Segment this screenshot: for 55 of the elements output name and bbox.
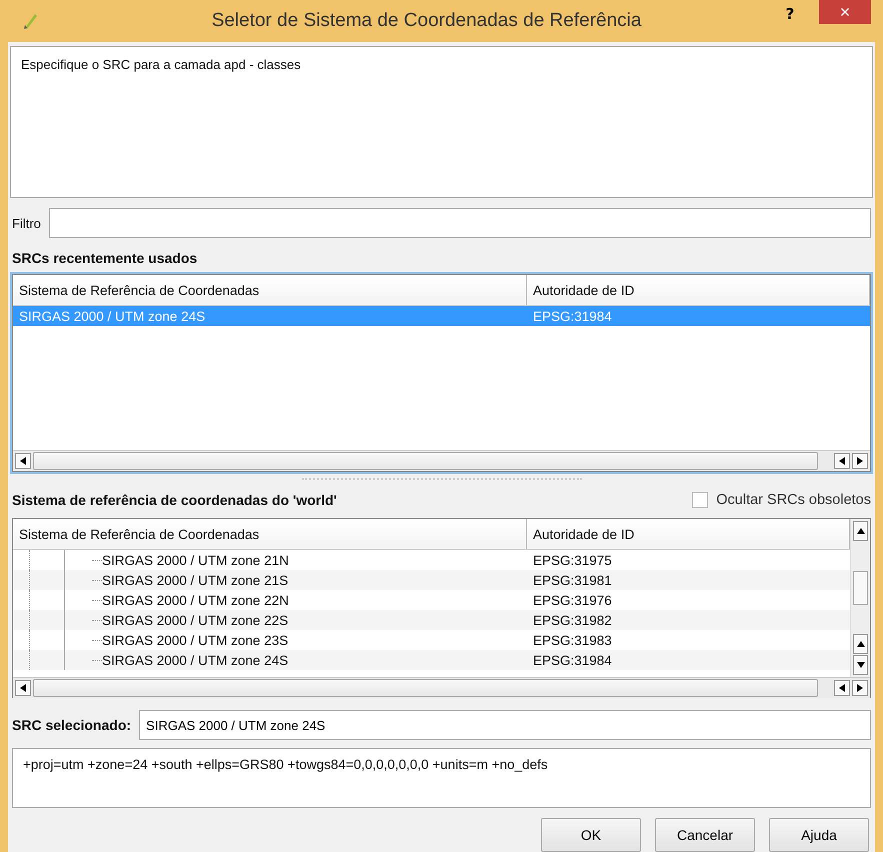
close-button[interactable]: × <box>819 0 871 24</box>
authority-id: EPSG:31983 <box>532 632 613 648</box>
scrollbar-thumb[interactable] <box>33 679 818 697</box>
crs-name: SIRGAS 2000 / UTM zone 24S <box>18 308 206 324</box>
column-header[interactable]: Sistema de Referência de Coordenadas <box>13 519 527 549</box>
up-arrow-icon <box>856 528 864 534</box>
horizontal-scrollbar[interactable] <box>13 677 870 698</box>
tree-row[interactable]: SIRGAS 2000 / UTM zone 22N EPSG:31976 <box>13 590 850 610</box>
left-arrow-icon <box>839 457 845 465</box>
tree-row[interactable]: SIRGAS 2000 / UTM zone 21S EPSG:31981 <box>13 570 850 590</box>
authority-id: EPSG:31976 <box>532 592 613 608</box>
crs-name: SIRGAS 2000 / UTM zone 22S <box>102 612 288 628</box>
tree-row[interactable]: SIRGAS 2000 / UTM zone 23S EPSG:31983 <box>13 630 850 650</box>
section-heading: Sistema de referência de coordenadas do 'world' <box>12 492 337 508</box>
filter-label: Filtro <box>12 216 41 230</box>
crs-name: SIRGAS 2000 / UTM zone 23S <box>102 632 288 648</box>
window-title: Seletor de Sistema de Coordenadas de Referência <box>210 10 642 32</box>
authority-id: EPSG:31984 <box>532 652 613 668</box>
scrollbar-thumb[interactable] <box>853 570 868 604</box>
left-arrow-icon <box>839 684 845 692</box>
proj-string-text: +proj=utm +zone=24 +south +ellps=GRS80 +towgs84=0,0,0,0,0,0,0 +units=m +no_defs <box>23 757 548 772</box>
down-arrow-icon <box>856 662 864 668</box>
filter-field[interactable] <box>48 208 871 238</box>
right-arrow-icon <box>857 457 863 465</box>
scrollbar-thumb[interactable] <box>33 452 818 470</box>
crs-name: SIRGAS 2000 / UTM zone 22N <box>102 592 289 608</box>
left-arrow-icon <box>20 457 26 465</box>
right-arrow-icon <box>857 684 863 692</box>
up-arrow-icon <box>856 641 864 647</box>
help-button[interactable]: ? <box>775 0 805 29</box>
description-text: Especifique o SRC para a camada apd - classes <box>21 57 301 72</box>
tree-row[interactable]: SIRGAS 2000 / UTM zone 21N EPSG:31975 <box>13 550 850 570</box>
crs-name: SIRGAS 2000 / UTM zone 21N <box>102 552 289 568</box>
left-arrow-icon <box>20 684 26 692</box>
authority-id: EPSG:31981 <box>532 572 613 588</box>
column-header[interactable]: Autoridade de ID <box>527 275 870 305</box>
checkbox-label: Ocultar SRCs obsoletos <box>716 492 871 508</box>
dialog-button[interactable]: Ajuda <box>769 818 869 852</box>
dialog-button[interactable]: Cancelar <box>655 818 755 852</box>
tree-row[interactable]: SIRGAS 2000 / UTM zone 24S EPSG:31984 <box>13 650 850 670</box>
authority-id: EPSG:31982 <box>532 612 613 628</box>
section-heading: SRCs recentemente usados <box>12 250 198 266</box>
dialog-button[interactable]: OK <box>541 818 641 852</box>
selected-crs-label: SRC selecionado: <box>12 717 132 733</box>
vertical-scrollbar[interactable] <box>850 519 870 677</box>
tree-row[interactable]: SIRGAS 2000 / UTM zone 22S EPSG:31982 <box>13 610 850 630</box>
authority-id: EPSG:31984 <box>532 308 613 324</box>
crs-name: SIRGAS 2000 / UTM zone 24S <box>102 652 288 668</box>
authority-id: EPSG:31975 <box>532 552 613 568</box>
selected-crs-field[interactable]: SIRGAS 2000 / UTM zone 24S <box>139 710 871 740</box>
pencil-icon <box>22 12 38 30</box>
horizontal-scrollbar[interactable] <box>13 450 870 471</box>
crs-name: SIRGAS 2000 / UTM zone 21S <box>102 572 288 588</box>
checkbox[interactable] <box>692 492 708 508</box>
column-header[interactable]: Sistema de Referência de Coordenadas <box>13 275 527 305</box>
